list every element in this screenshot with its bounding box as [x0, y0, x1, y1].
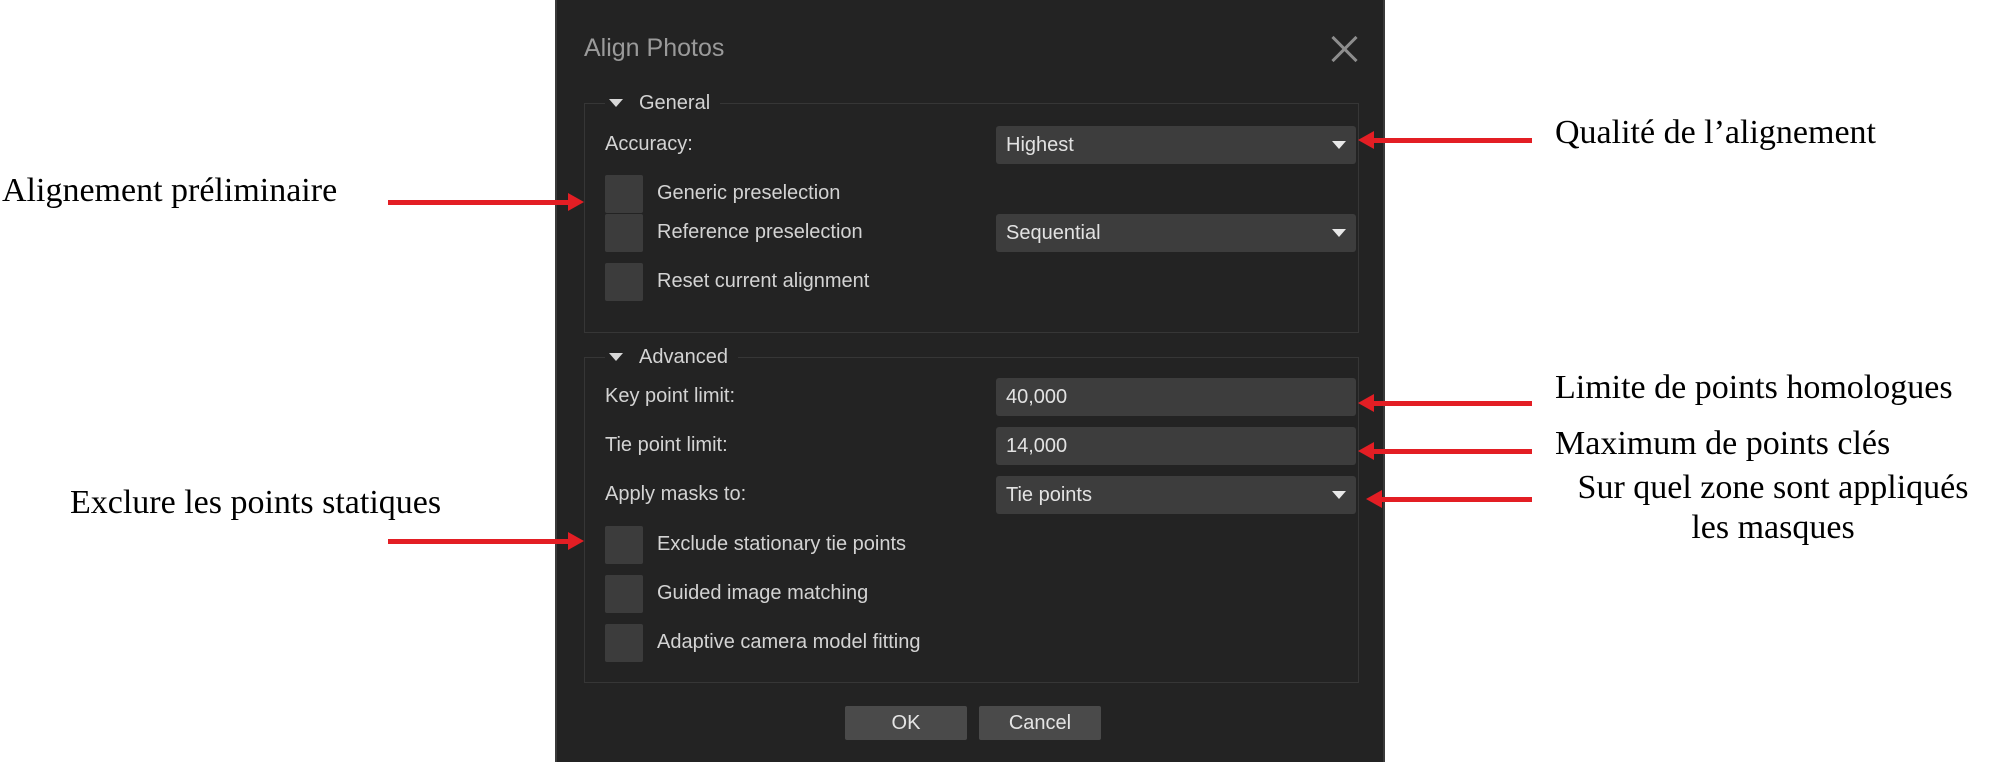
- general-heading: General: [639, 91, 711, 114]
- tie-point-limit-row: Tie point limit: 14,000: [605, 427, 1356, 465]
- arrow-accuracy: [1358, 131, 1532, 149]
- reset-alignment-label: Reset current alignment: [657, 270, 870, 292]
- reference-preselection-select[interactable]: Sequential: [996, 214, 1356, 252]
- reset-alignment-checkbox[interactable]: [605, 263, 643, 301]
- cancel-button[interactable]: Cancel: [979, 706, 1101, 740]
- tie-point-limit-label: Tie point limit:: [605, 434, 728, 456]
- exclude-stationary-checkbox[interactable]: [605, 526, 643, 564]
- annotation-alignment-quality: Qualité de l’alignement: [1555, 114, 1876, 151]
- key-point-limit-row: Key point limit: 40,000: [605, 378, 1356, 416]
- chevron-down-icon: [1332, 491, 1346, 499]
- reference-preselection-value: Sequential: [1006, 222, 1101, 244]
- exclude-stationary-row: Exclude stationary tie points: [605, 526, 1340, 564]
- generic-preselection-checkbox[interactable]: [605, 175, 643, 213]
- apply-masks-select[interactable]: Tie points: [996, 476, 1356, 514]
- accuracy-label: Accuracy:: [605, 133, 693, 155]
- guided-matching-row: Guided image matching: [605, 575, 1340, 613]
- apply-masks-row: Apply masks to: Tie points: [605, 476, 1356, 514]
- chevron-down-icon: [1332, 229, 1346, 237]
- exclude-stationary-label: Exclude stationary tie points: [657, 533, 907, 555]
- accuracy-row: Accuracy: Highest: [605, 126, 1356, 164]
- accuracy-value: Highest: [1006, 134, 1074, 156]
- guided-matching-label: Guided image matching: [657, 582, 869, 604]
- arrow-key-point-limit: [1358, 394, 1532, 412]
- apply-masks-value: Tie points: [1006, 484, 1092, 506]
- advanced-heading: Advanced: [639, 345, 728, 368]
- accuracy-select[interactable]: Highest: [996, 126, 1356, 164]
- close-icon[interactable]: [1327, 32, 1361, 66]
- generic-preselection-row: Generic preselection: [605, 175, 1340, 213]
- annotation-masks-zone-line2: les masques: [1691, 509, 1855, 546]
- dialog-title: Align Photos: [584, 34, 725, 62]
- general-group: General Accuracy: Highest Generic presel…: [584, 88, 1359, 333]
- align-photos-dialog: Align Photos General Accuracy: Highest G…: [555, 0, 1385, 762]
- apply-masks-label: Apply masks to:: [605, 483, 747, 505]
- ok-button[interactable]: OK: [845, 706, 967, 740]
- annotation-max-key-points: Maximum de points clés: [1555, 425, 1891, 462]
- collapse-triangle-icon: [609, 99, 623, 107]
- collapse-triangle-icon: [609, 353, 623, 361]
- arrow-exclude-stationary: [388, 532, 584, 550]
- annotation-masks-zone: Sur quel zone sont appliqués les masques: [1550, 468, 1996, 548]
- general-group-header[interactable]: General: [605, 88, 721, 118]
- arrow-apply-masks: [1366, 490, 1532, 508]
- annotation-exclude-static-points: Exclure les points statiques: [70, 484, 442, 521]
- adaptive-fitting-label: Adaptive camera model fitting: [657, 631, 921, 653]
- generic-preselection-label: Generic preselection: [657, 182, 841, 204]
- arrow-tie-point-limit: [1358, 442, 1532, 460]
- annotation-homologous-point-limit: Limite de points homologues: [1555, 369, 1953, 406]
- reference-preselection-checkbox[interactable]: [605, 214, 643, 252]
- chevron-down-icon: [1332, 141, 1346, 149]
- key-point-limit-label: Key point limit:: [605, 385, 736, 407]
- adaptive-fitting-row: Adaptive camera model fitting: [605, 624, 1340, 662]
- reference-preselection-row: Reference preselection Sequential: [605, 214, 1356, 252]
- annotation-preliminary-alignment: Alignement préliminaire: [2, 172, 338, 209]
- arrow-preselection: [388, 193, 584, 211]
- reset-alignment-row: Reset current alignment: [605, 263, 1340, 301]
- key-point-limit-input[interactable]: 40,000: [996, 378, 1356, 416]
- adaptive-fitting-checkbox[interactable]: [605, 624, 643, 662]
- tie-point-limit-input[interactable]: 14,000: [996, 427, 1356, 465]
- advanced-group-header[interactable]: Advanced: [605, 342, 738, 372]
- reference-preselection-label: Reference preselection: [657, 221, 863, 243]
- annotation-masks-zone-line1: Sur quel zone sont appliqués: [1577, 469, 1969, 506]
- guided-matching-checkbox[interactable]: [605, 575, 643, 613]
- advanced-group: Advanced Key point limit: 40,000 Tie poi…: [584, 342, 1359, 683]
